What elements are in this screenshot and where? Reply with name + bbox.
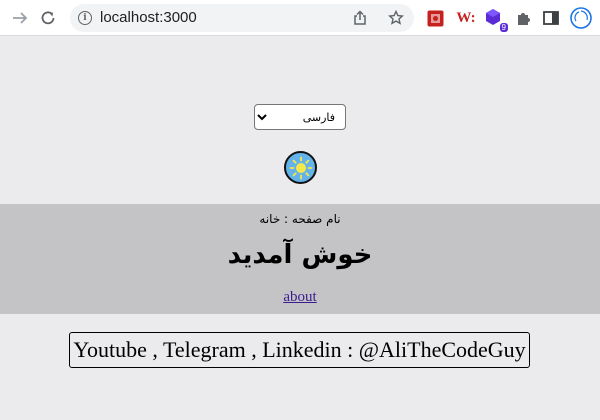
page-name-label: نام صفحه : خانه (259, 212, 341, 226)
reload-icon[interactable] (36, 6, 60, 30)
purple-cube-extension-icon[interactable]: 9 (484, 8, 508, 32)
puzzle-icon[interactable] (513, 8, 533, 28)
url-text[interactable]: localhost:3000 (100, 9, 197, 26)
about-link-wrapper: about (0, 289, 600, 306)
bookmark-star-icon[interactable] (386, 8, 406, 28)
w-extension-label: W: (456, 9, 476, 26)
browser-toolbar: i localhost:3000 W: 9 (0, 0, 600, 36)
site-info-icon[interactable]: i (78, 11, 92, 25)
sun-icon (289, 156, 312, 179)
extension-badge: 9 (499, 23, 508, 32)
red-square-extension-icon[interactable] (425, 8, 445, 28)
w-extension-icon[interactable]: W: (455, 8, 477, 28)
theme-toggle-button[interactable] (284, 151, 317, 184)
welcome-heading: خوش آمدید (227, 240, 373, 270)
profile-avatar[interactable] (570, 7, 592, 29)
about-link[interactable]: about (283, 289, 316, 305)
social-handles: Youtube , Telegram , Linkedin : @AliTheC… (69, 332, 530, 368)
forward-icon[interactable] (8, 6, 32, 30)
address-bar[interactable]: i localhost:3000 (70, 4, 414, 32)
language-select[interactable]: فارسی (254, 104, 346, 130)
share-icon[interactable] (350, 8, 370, 28)
sidebar-icon[interactable] (541, 8, 561, 28)
